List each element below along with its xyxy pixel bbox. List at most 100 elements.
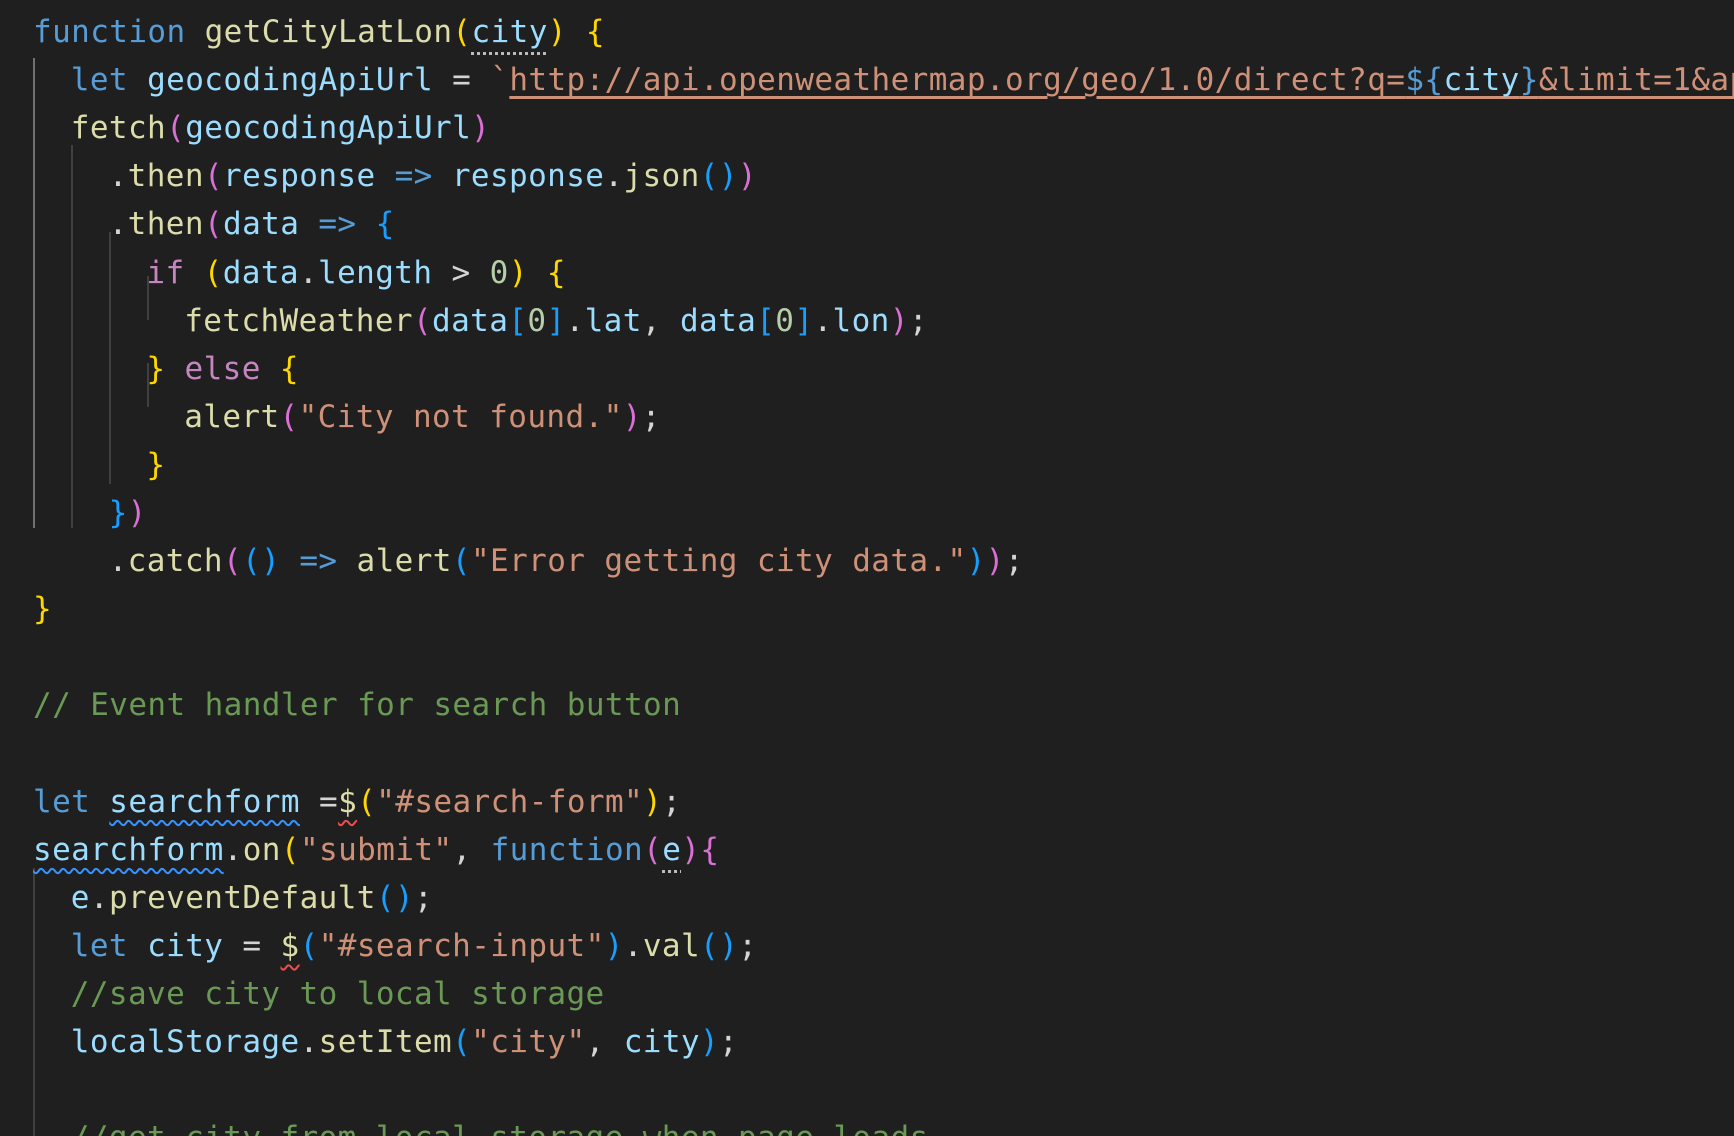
code-token: ] [794,302,814,339]
code-token: data [679,302,757,339]
code-token: preventDefault [108,879,376,916]
code-token: e [662,831,682,868]
code-line[interactable]: searchform.on("submit", function(e){ [33,826,719,874]
code-line[interactable]: fetch(geocodingApiUrl) [71,104,490,152]
code-token: else [184,350,261,387]
code-token: { [585,14,605,50]
code-token: city [1443,62,1520,99]
code-line[interactable]: localStorage.setItem("city", city); [71,1018,738,1066]
code-line[interactable]: let searchform =$("#search-form"); [33,778,681,826]
code-token: response [223,158,376,195]
code-editor[interactable]: function getCityLatLon(city) {let geocod… [0,0,1734,1136]
code-token: ) [604,927,624,964]
code-token: json [623,158,700,195]
code-token: ( [299,927,319,964]
code-token: "Error getting city data." [470,543,967,580]
code-token: alert [356,543,452,580]
code-token: $ [338,783,358,820]
code-token: let [70,927,128,964]
code-line[interactable]: } [146,441,165,489]
code-line[interactable]: .then(data => { [109,200,395,248]
code-line[interactable]: function getCityLatLon(city) { [33,8,605,56]
code-token: response [451,158,605,195]
code-line[interactable]: let geocodingApiUrl = `http://api.openwe… [71,56,1734,104]
code-token: ) [719,927,739,964]
code-token: then [127,158,204,195]
code-token: { [279,350,299,387]
code-token: . [604,158,624,195]
code-token: . [565,302,585,339]
code-token: ( [452,1024,472,1061]
code-token: ) [681,831,701,868]
code-token: ; [414,879,434,916]
code-line[interactable]: }) [109,489,147,537]
code-token: "City not found." [298,398,623,435]
code-token: } [146,446,166,483]
code-token: ` [490,62,510,99]
code-line[interactable]: .then(response => response.json()) [109,152,757,200]
code-token: catch [127,543,223,580]
code-token: . [623,927,643,964]
code-token: , [585,1024,624,1061]
code-token: } [1519,62,1539,99]
code-token: length [318,254,433,291]
code-token: . [298,254,319,291]
code-line[interactable]: } else { [146,345,299,393]
code-token: let [33,783,91,820]
code-token: = [223,927,281,964]
indent-guide [33,58,35,528]
code-line[interactable]: alert("City not found."); [184,393,661,441]
code-line[interactable]: } [33,585,52,633]
code-token: } [146,350,166,387]
code-line[interactable]: //save city to local storage [71,970,605,1018]
code-token: then [127,206,204,243]
code-token: getCityLatLon [204,14,453,50]
code-token: ; [738,927,758,964]
code-token: ; [1004,543,1024,580]
code-line[interactable]: if (data.length > 0) { [146,249,566,297]
code-token: , [641,302,680,339]
code-token: http://api.openweathermap.org/geo/1.0/di… [509,62,1406,99]
code-token: ] [546,302,566,339]
code-token: = [299,783,339,820]
code-line[interactable]: let city = $("#search-input").val(); [71,922,757,970]
code-token: => [318,206,357,243]
code-token: searchform [33,831,224,868]
code-line[interactable]: e.preventDefault(); [71,874,433,922]
code-line[interactable]: //get city from local storage when page … [71,1114,929,1136]
code-token: ; [719,1024,739,1061]
code-token: if [146,254,185,291]
code-token: lat [584,302,642,339]
code-token: } [33,591,53,628]
code-token: ; [662,783,682,820]
indent-guide [33,868,35,1136]
code-token: ) [394,879,414,916]
code-token: > [432,254,490,291]
code-token: ) [471,110,491,147]
code-token: ) [966,543,986,580]
code-token: data [432,302,509,339]
code-token: "submit" [299,831,453,868]
code-line[interactable]: // Event handler for search button [33,681,681,729]
code-token: "#search-form" [376,783,644,820]
code-token: lon [832,302,890,339]
code-token: data [223,206,300,243]
code-token: 0 [527,302,547,339]
code-token: searchform [109,783,300,820]
code-token: geocodingApiUrl [185,110,472,147]
code-token: ) [985,543,1005,580]
code-token: ( [166,110,186,147]
code-token: ( [412,302,433,339]
code-line[interactable]: fetchWeather(data[0].lat, data[0].lon); [184,297,928,345]
code-token: . [108,158,128,195]
code-token: &limit=1&appid= [1538,62,1734,99]
code-line[interactable]: .catch(() => alert("Error getting city d… [109,537,1024,585]
